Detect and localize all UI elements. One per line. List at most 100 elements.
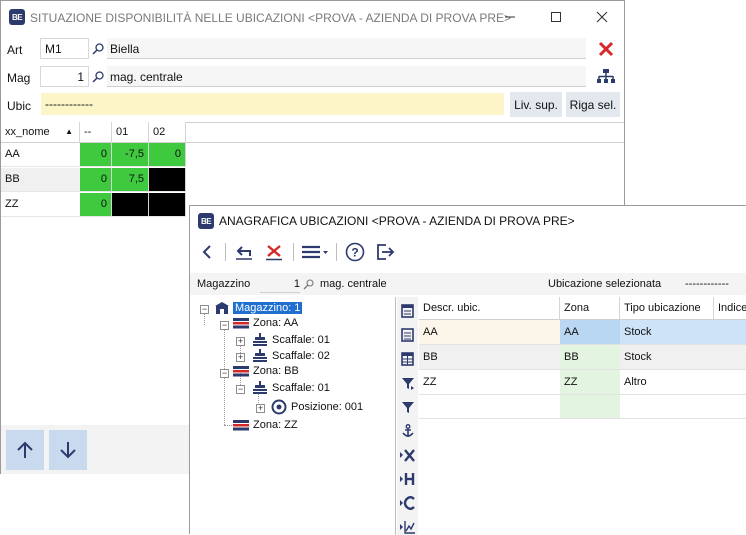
table-cell[interactable]: BB (560, 345, 620, 370)
column-header-name[interactable]: xx_nome ▲ (1, 122, 80, 143)
table-cell[interactable]: BB (419, 345, 560, 370)
export-html-button[interactable] (400, 471, 415, 486)
toolbar-separator (293, 243, 294, 261)
delete-button[interactable] (262, 239, 286, 265)
collapse-toggle[interactable]: − (200, 305, 209, 314)
tree-node-scaffale[interactable]: Scaffale: 02 (252, 349, 330, 363)
riga-sel-button[interactable]: Riga sel. (566, 92, 620, 117)
exit-button[interactable] (373, 239, 397, 265)
form-view-button[interactable] (400, 303, 415, 318)
new-row-cell[interactable] (620, 395, 746, 419)
table-cell[interactable]: Stock (620, 345, 746, 370)
table-row-name[interactable]: ZZ (1, 193, 80, 217)
table-cell[interactable]: AA (560, 320, 620, 345)
menu-icon (302, 245, 328, 259)
table-cell[interactable] (149, 193, 186, 217)
collapse-toggle[interactable]: − (220, 321, 229, 330)
export-csv-button[interactable] (400, 495, 415, 510)
tree-node-scaffale[interactable]: Scaffale: 01 (252, 333, 330, 347)
minimize-button[interactable] (487, 1, 533, 33)
ubic-label: Ubic (7, 99, 32, 113)
availability-titlebar: BE SITUAZIONE DISPONIBILITÀ NELLE UBICAZ… (1, 1, 624, 33)
mag-search-button[interactable] (89, 68, 107, 86)
expand-toggle[interactable]: + (256, 404, 265, 413)
hierarchy-icon (597, 69, 615, 83)
table-cell[interactable]: AA (419, 320, 560, 345)
table-row-name[interactable]: BB (1, 168, 80, 192)
column-header-indice[interactable]: Indice (714, 297, 746, 320)
art-search-button[interactable] (89, 40, 107, 58)
tree-node-posizione[interactable]: Posizione: 001 (271, 399, 363, 415)
warehouse-icon (215, 302, 229, 314)
csv-icon (400, 495, 415, 510)
anchor-button[interactable] (400, 423, 415, 438)
table-cell[interactable]: Stock (620, 320, 746, 345)
arrow-down-icon (60, 442, 76, 459)
column-header-dash[interactable]: -- (80, 122, 112, 143)
collapse-toggle[interactable]: − (236, 385, 245, 394)
table-cell[interactable]: 0 (149, 143, 186, 167)
filter-button[interactable] (400, 375, 415, 390)
export-excel-button[interactable] (400, 447, 415, 462)
help-button[interactable]: ? (343, 239, 367, 265)
back-button[interactable] (196, 239, 218, 265)
table-cell[interactable]: 0 (80, 193, 112, 217)
chevron-left-icon (202, 245, 211, 259)
expand-toggle[interactable]: + (236, 353, 245, 362)
menu-button[interactable] (300, 239, 330, 265)
new-row-cell[interactable] (560, 395, 620, 419)
anchor-icon (401, 423, 414, 437)
table-cell[interactable]: ZZ (419, 370, 560, 395)
locations-grid: Descr. ubic. Zona Tipo ubicazione Indice… (419, 297, 746, 535)
move-down-button[interactable] (49, 430, 87, 470)
maximize-button[interactable] (533, 1, 579, 33)
close-icon (598, 41, 614, 57)
column-header-tipo[interactable]: Tipo ubicazione (620, 297, 714, 320)
table-row-name[interactable]: AA (1, 143, 80, 167)
tree-node-zona-bb[interactable]: Zona: BB (233, 365, 299, 377)
expand-toggle[interactable]: + (236, 337, 245, 346)
search-icon (92, 43, 104, 55)
art-description: Biella (107, 38, 586, 59)
table-cell[interactable] (149, 168, 186, 192)
table-cell[interactable]: 7,5 (112, 168, 149, 192)
art-code-input[interactable]: M1 (40, 38, 89, 59)
table-cell[interactable]: -7,5 (112, 143, 149, 167)
chart-button[interactable] (400, 519, 415, 534)
tree-node-zona-zz[interactable]: Zona: ZZ (233, 419, 298, 431)
move-up-button[interactable] (6, 430, 44, 470)
maximize-icon (551, 12, 561, 22)
table-cell[interactable] (112, 193, 149, 217)
filter-icon (401, 377, 414, 390)
collapse-toggle[interactable]: − (220, 369, 229, 378)
table-cell[interactable]: Altro (620, 370, 746, 395)
undo-icon (236, 246, 252, 260)
column-header-02[interactable]: 02 (149, 122, 186, 143)
ubic-input[interactable]: ------------ (41, 93, 504, 115)
grid-view-button[interactable] (400, 351, 415, 366)
table-cell[interactable]: 0 (80, 143, 112, 167)
ubicazione-selezionata-label: Ubicazione selezionata (548, 278, 662, 290)
table-cell[interactable]: 0 (80, 168, 112, 192)
column-header-01[interactable]: 01 (112, 122, 149, 143)
list-view-button[interactable] (400, 327, 415, 342)
tree-node-magazzino[interactable]: Magazzino: 1 (214, 301, 303, 315)
column-header-descr[interactable]: Descr. ubic. (419, 297, 560, 320)
filter-clear-button[interactable] (400, 399, 415, 414)
close-window-button[interactable] (579, 1, 625, 33)
mag-code-input[interactable]: 1 (40, 66, 89, 87)
magazzino-description: mag. centrale (320, 278, 387, 290)
hierarchy-button[interactable] (595, 67, 617, 87)
tree-node-scaffale[interactable]: Scaffale: 01 (252, 381, 330, 395)
magazzino-search-button[interactable] (299, 275, 317, 293)
shelf-icon (253, 381, 267, 394)
cancel-button[interactable] (595, 39, 617, 59)
undo-button[interactable] (232, 239, 256, 265)
column-header-zona[interactable]: Zona (560, 297, 620, 320)
grid-side-toolbar (397, 297, 418, 535)
new-row-cell[interactable] (419, 395, 560, 419)
magazzino-code-input[interactable]: 1 (260, 275, 300, 293)
tree-node-zona-aa[interactable]: Zona: AA (233, 317, 298, 329)
table-cell[interactable]: ZZ (560, 370, 620, 395)
liv-sup-button[interactable]: Liv. sup. (510, 92, 562, 117)
